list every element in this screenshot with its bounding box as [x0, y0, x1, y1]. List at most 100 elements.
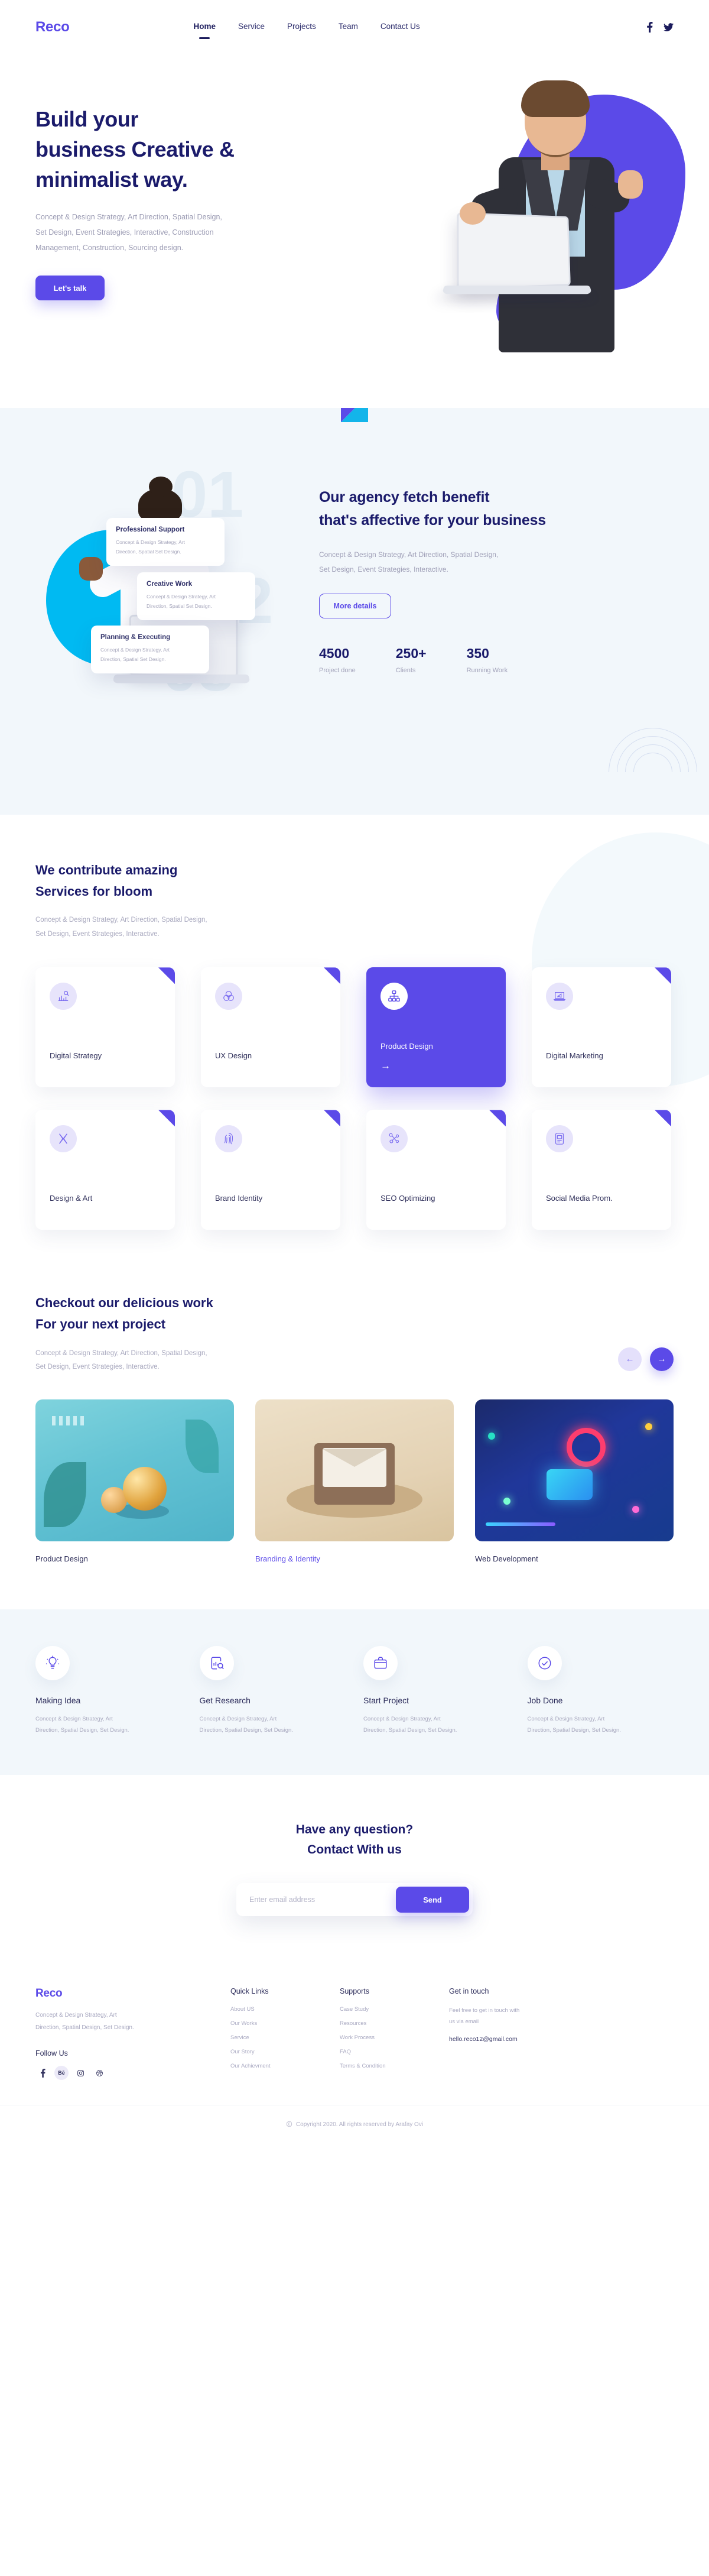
instagram-icon[interactable]	[73, 2066, 87, 2080]
work-section: Checkout our delicious work For your nex…	[0, 1271, 709, 1609]
work-sub-line-1: Concept & Design Strategy, Art Direction…	[35, 1349, 207, 1357]
more-details-button[interactable]: More details	[319, 593, 391, 618]
work-heading-line-2: For your next project	[35, 1317, 166, 1331]
feature-card-line-1: Concept & Design Strategy, Art	[147, 594, 216, 600]
hero-desc-line-1: Concept & Design Strategy, Art Direction…	[35, 213, 222, 222]
card-corner-accent	[158, 967, 175, 984]
feature-card-text: Concept & Design Strategy, Art Direction…	[116, 538, 215, 556]
work-heading-block: Checkout our delicious work For your nex…	[35, 1292, 618, 1374]
process-step-title: Making Idea	[35, 1695, 81, 1705]
footer-link-terms-condition[interactable]: Terms & Condition	[340, 2063, 449, 2069]
work-item-branding-identity[interactable]: Branding & Identity	[255, 1399, 454, 1563]
service-card-title: Digital Marketing	[546, 1051, 603, 1061]
footer-about-line-2: Direction, Spatial Design, Set Design.	[35, 2024, 134, 2031]
service-card-ux-design[interactable]: UX Design	[201, 967, 340, 1088]
hero-description: Concept & Design Strategy, Art Direction…	[35, 210, 230, 255]
footer-link-work-process[interactable]: Work Process	[340, 2034, 449, 2041]
facebook-icon[interactable]	[646, 22, 653, 33]
footer-touch-line-2: us via email	[449, 2018, 479, 2026]
footer-link-case-study[interactable]: Case Study	[340, 2006, 449, 2013]
process-text-line-2: Direction, Spatial Design, Set Design.	[199, 1726, 293, 1733]
card-corner-accent	[489, 1110, 506, 1127]
twitter-icon[interactable]	[664, 22, 674, 32]
brand-logo[interactable]: Reco	[35, 19, 70, 35]
footer-link-faq[interactable]: FAQ	[340, 2049, 449, 2055]
process-step-text: Concept & Design Strategy, Art Direction…	[200, 1713, 338, 1736]
process-step-title: Job Done	[527, 1695, 563, 1705]
chart-growth-icon	[50, 983, 77, 1010]
work-item-web-development[interactable]: Web Development	[475, 1399, 674, 1563]
service-card-digital-marketing[interactable]: Digital Marketing	[532, 967, 671, 1088]
footer-link-our-achievment[interactable]: Our Achievment	[230, 2063, 340, 2069]
work-item-product-design[interactable]: Product Design	[35, 1399, 234, 1563]
service-card-design-and-art[interactable]: Design & Art	[35, 1110, 175, 1230]
hero-title-line-2: business Creative &	[35, 137, 235, 162]
nav-item-service[interactable]: Service	[238, 22, 265, 33]
process-step-job-done: Job Done Concept & Design Strategy, Art …	[527, 1645, 674, 1736]
nav-item-contact-us[interactable]: Contact Us	[380, 22, 420, 33]
footer-email[interactable]: hello.reco12@gmail.com	[449, 2036, 597, 2043]
lightbulb-icon	[35, 1645, 70, 1680]
service-card-seo-optimizing[interactable]: SEO Optimizing	[366, 1110, 506, 1230]
footer-quick-links: Quick Links About US Our Works Service O…	[230, 1987, 340, 2080]
footer-column-title: Get in touch	[449, 1987, 489, 1996]
hero-desc-line-3: Management, Construction, Sourcing desig…	[35, 243, 184, 252]
footer-link-our-story[interactable]: Our Story	[230, 2049, 340, 2055]
megaphone-laptop-icon	[546, 983, 573, 1010]
facebook-icon[interactable]	[35, 2066, 50, 2080]
benefit-sub-line-2: Set Design, Event Strategies, Interactiv…	[319, 565, 448, 573]
footer-logo[interactable]: Reco	[35, 1987, 230, 2000]
benefit-subtext: Concept & Design Strategy, Art Direction…	[319, 547, 674, 577]
hero-section: Build your business Creative & minimalis…	[0, 54, 709, 408]
nav-item-home[interactable]: Home	[194, 22, 216, 33]
benefit-sub-line-1: Concept & Design Strategy, Art Direction…	[319, 550, 499, 559]
footer-link-service[interactable]: Service	[230, 2034, 340, 2041]
stat-label: Clients	[395, 666, 416, 674]
service-card-product-design[interactable]: Product Design →	[366, 967, 506, 1088]
feature-card-text: Concept & Design Strategy, Art Direction…	[147, 592, 246, 611]
card-corner-accent	[655, 1110, 671, 1127]
lets-talk-button[interactable]: Let's talk	[35, 276, 105, 301]
nav-item-team[interactable]: Team	[339, 22, 358, 33]
arrow-right-icon[interactable]: →	[380, 1060, 391, 1072]
process-text-line-2: Direction, Spatial Design, Set Design.	[363, 1726, 457, 1733]
email-input[interactable]	[240, 1895, 396, 1904]
process-step-text: Concept & Design Strategy, Art Direction…	[35, 1713, 174, 1736]
process-text-line-1: Concept & Design Strategy, Art	[527, 1715, 605, 1722]
carousel-prev-button[interactable]: ←	[618, 1347, 642, 1371]
hero-person-photo	[441, 80, 656, 358]
contact-section: Have any question? Contact With us Send	[0, 1774, 709, 1966]
benefit-heading-line-1: Our agency fetch benefit	[319, 489, 490, 506]
benefit-section: 01 02 03 Professional Support Concept & …	[0, 408, 709, 815]
service-card-digital-strategy[interactable]: Digital Strategy	[35, 967, 175, 1088]
nav-item-projects[interactable]: Projects	[287, 22, 316, 33]
stat-number: 250+	[395, 645, 427, 661]
process-step-start-project: Start Project Concept & Design Strategy,…	[363, 1645, 510, 1736]
service-card-title: UX Design	[215, 1051, 252, 1061]
footer-touch-line-1: Feel free to get in touch with	[449, 2007, 520, 2014]
service-card-title: Brand Identity	[215, 1194, 263, 1203]
feature-card-line-2: Direction, Spatial Set Design.	[100, 656, 166, 662]
process-text-line-1: Concept & Design Strategy, Art	[35, 1715, 113, 1722]
dribbble-icon[interactable]	[92, 2066, 106, 2080]
send-button[interactable]: Send	[396, 1887, 469, 1913]
behance-icon[interactable]: Bē	[54, 2066, 69, 2081]
carousel-next-button[interactable]: →	[650, 1347, 674, 1371]
stat-label: Running Work	[466, 666, 508, 674]
work-thumbnail-branding-identity	[255, 1399, 454, 1541]
services-section: We contribute amazing Services for bloom…	[0, 815, 709, 1272]
service-card-social-media-prom[interactable]: Social Media Prom.	[532, 1110, 671, 1230]
service-card-brand-identity[interactable]: Brand Identity	[201, 1110, 340, 1230]
card-corner-accent	[324, 967, 340, 984]
card-corner-accent	[324, 1110, 340, 1127]
footer-link-resources[interactable]: Resources	[340, 2020, 449, 2027]
footer-brand-block: Reco Concept & Design Strategy, Art Dire…	[35, 1987, 230, 2081]
footer-link-our-works[interactable]: Our Works	[230, 2020, 340, 2027]
footer-column-title: Quick Links	[230, 1987, 269, 1996]
card-corner-accent	[655, 967, 671, 984]
footer-link-about-us[interactable]: About US	[230, 2006, 340, 2013]
work-heading-line-1: Checkout our delicious work	[35, 1295, 213, 1311]
feature-card-title: Creative Work	[147, 581, 193, 588]
stat-number: 350	[466, 645, 489, 661]
work-heading: Checkout our delicious work For your nex…	[35, 1292, 618, 1334]
